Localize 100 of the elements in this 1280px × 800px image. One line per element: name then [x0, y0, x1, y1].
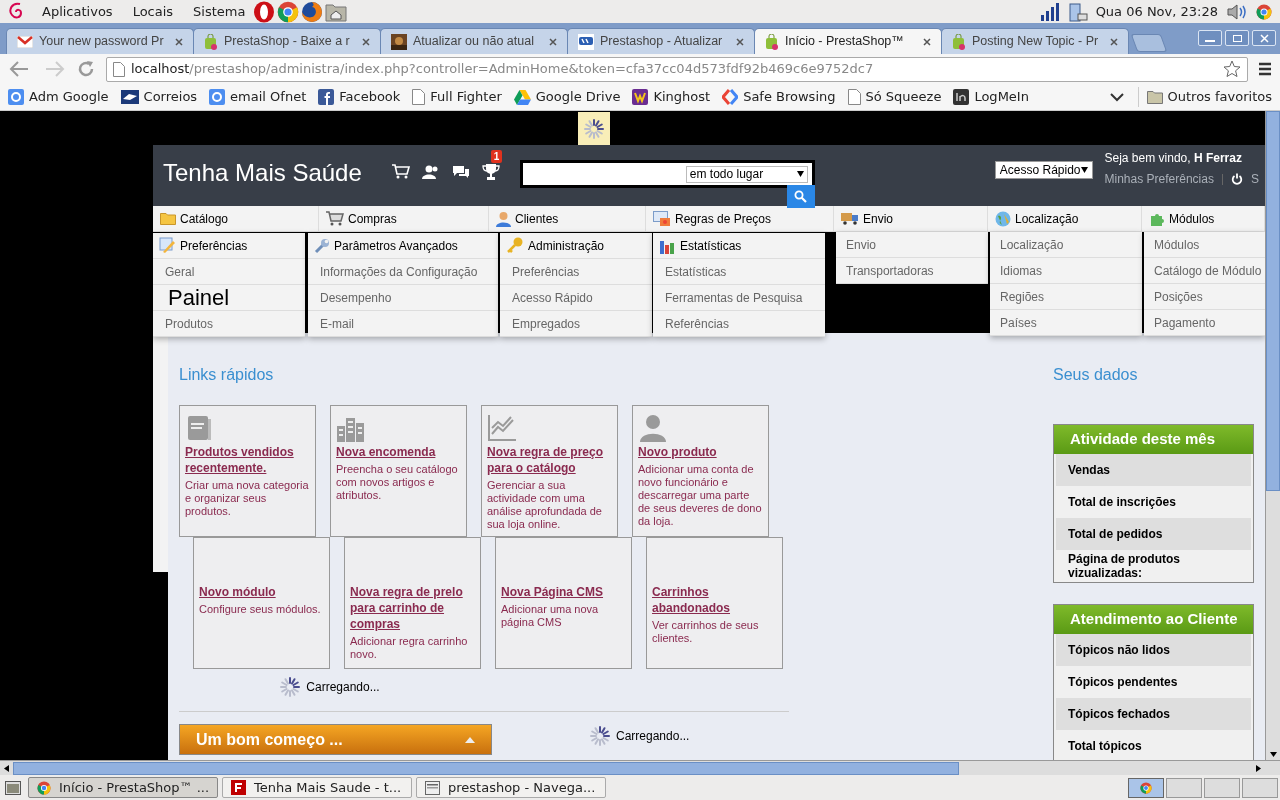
main-menu-item[interactable]: Catálogo	[153, 206, 319, 232]
card-link[interactable]: Produtos vendidos recentemente.	[185, 444, 310, 476]
star-icon[interactable]	[1223, 60, 1241, 78]
main-menu-item[interactable]: Compras	[319, 206, 489, 232]
quick-link-card[interactable]: Novo módulo Configure seus módulos.	[193, 537, 330, 669]
browser-tab[interactable]: Posting New Topic - Pr	[941, 28, 1129, 54]
menu-item[interactable]: Informações da Configuração	[308, 259, 498, 285]
scrollbar-thumb[interactable]	[1266, 111, 1280, 491]
menu-item[interactable]: Estatísticas	[653, 259, 825, 285]
browser-tab[interactable]: Atualizar ou não atual	[380, 28, 568, 54]
card-link[interactable]: Nova encomenda	[336, 444, 461, 460]
restore-button[interactable]	[1225, 30, 1249, 46]
menu-item[interactable]: Desempenho	[308, 285, 498, 311]
quick-link-card[interactable]: Carrinhos abandonados Ver carrinhos de seus clientes.	[646, 537, 783, 669]
close-icon[interactable]	[362, 37, 370, 46]
speaker-icon[interactable]	[1226, 2, 1248, 21]
menu-icon[interactable]	[1258, 62, 1272, 76]
opera-icon[interactable]	[253, 0, 276, 23]
reload-icon[interactable]	[76, 59, 96, 79]
close-icon[interactable]	[549, 37, 557, 46]
users-icon[interactable]	[421, 164, 440, 180]
preferences-link[interactable]: Minhas Preferências	[1104, 170, 1214, 188]
bookmark[interactable]: LogMeIn	[953, 87, 1029, 107]
scroll-right-icon[interactable]	[1256, 764, 1261, 772]
browser-tab[interactable]: Prestashop - Atualizar	[567, 28, 755, 54]
close-icon[interactable]	[923, 37, 931, 46]
menu-item[interactable]: Regiões	[990, 284, 1142, 310]
bookmark[interactable]: email Ofnet	[209, 87, 307, 107]
close-icon[interactable]	[1110, 37, 1118, 46]
close-icon[interactable]	[175, 37, 183, 46]
search-scope-select[interactable]: em todo lugar	[685, 165, 808, 183]
bookmark[interactable]: Só Squeeze	[847, 87, 942, 107]
card-link[interactable]: Novo produto	[638, 444, 763, 460]
bookmark[interactable]: Google Drive	[513, 87, 621, 107]
menu-item[interactable]: Envio	[836, 232, 988, 258]
panel-menu[interactable]: Locais	[128, 1, 178, 22]
quick-link-card[interactable]: Nova regra de preço para o catálogo Gerenciar a sua actividade com uma análise aprofundada de sua loja online.	[481, 405, 618, 537]
chrome-icon	[1140, 781, 1152, 794]
card-link[interactable]: Carrinhos abandonados	[652, 584, 777, 616]
menu-heading[interactable]: Parâmetros Avançados	[308, 233, 498, 259]
search-button[interactable]	[786, 185, 815, 208]
card-link[interactable]: Nova regra de preço para o catálogo	[487, 444, 612, 476]
chevron-down-icon[interactable]	[1109, 92, 1124, 102]
scroll-left-icon[interactable]	[4, 764, 9, 772]
scrollbar-thumb[interactable]	[13, 761, 959, 775]
search-field[interactable]: em todo lugar	[519, 160, 815, 188]
home-folder-icon[interactable]	[325, 1, 348, 22]
other-bookmarks[interactable]: Outros favoritos	[1137, 87, 1272, 107]
chat-icon[interactable]	[451, 164, 470, 180]
panel-menu[interactable]: Aplicativos	[38, 1, 117, 22]
bookmark[interactable]: Kinghost	[632, 87, 711, 107]
clock[interactable]: Qua 06 Nov, 23:28	[1095, 1, 1218, 22]
firefox-icon[interactable]	[301, 0, 324, 23]
menu-item[interactable]: Preferências	[500, 259, 652, 285]
menu-heading[interactable]: Preferências	[153, 233, 305, 259]
menu-heading[interactable]: Administração	[500, 233, 652, 259]
taskbar-button[interactable]: prestashop - Navega...	[416, 777, 606, 798]
main-menu-item[interactable]: Regras de Preços	[646, 206, 834, 232]
quick-link-card[interactable]: Nova encomenda Preencha o seu catálogo com novos artigos e atributos.	[330, 405, 467, 537]
main-menu-item[interactable]: Envio	[834, 206, 988, 232]
main-menu-item[interactable]: Clientes	[489, 206, 646, 232]
quick-access-select[interactable]: Acesso Rápido	[994, 161, 1093, 179]
bookmark[interactable]: Safe Browsing	[722, 87, 836, 107]
quick-link-card[interactable]: Nova regra de prelo para carrinho de compras Adicionar regra carrinho novo.	[344, 537, 481, 669]
card-link[interactable]: Nova regra de prelo para carrinho de compras	[350, 584, 475, 632]
bookmark[interactable]: Correios	[120, 87, 198, 107]
menu-item[interactable]: Ferramentas de Pesquisa	[653, 285, 825, 311]
browser-tab[interactable]: PrestaShop - Baixe a r	[193, 28, 381, 54]
panel-menu[interactable]: Sistema	[189, 1, 250, 22]
shop-name[interactable]: Tenha Mais Saúde	[163, 155, 362, 191]
bookmark[interactable]: Facebook	[318, 87, 401, 107]
power-icon[interactable]	[1230, 173, 1243, 185]
browser-tab[interactable]: Início - PrestaShop™	[754, 28, 942, 54]
workspace-button[interactable]	[1128, 777, 1164, 798]
quick-link-card[interactable]: Novo produto Adicionar uma conta de novo funcionário e descarregar uma parte de seus deveres de dono da loja.	[632, 405, 769, 537]
minimize-button[interactable]	[1198, 30, 1222, 46]
quick-link-card[interactable]: Produtos vendidos recentemente. Criar uma nova categoria e organizar seus produtos.	[179, 405, 316, 537]
menu-item[interactable]: Transportadoras	[836, 258, 988, 284]
menu-item[interactable]: Localização	[990, 232, 1142, 258]
logout-link[interactable]: S	[1250, 170, 1259, 188]
close-window-button[interactable]	[1252, 30, 1276, 46]
main-menu-item[interactable]: Localização	[988, 206, 1142, 232]
quick-link-card[interactable]: Nova Página CMS Adicionar uma nova página CMS	[495, 537, 632, 669]
scroll-down-icon[interactable]	[1269, 752, 1277, 757]
trophy-icon[interactable]	[481, 163, 500, 181]
close-icon[interactable]	[736, 37, 744, 46]
menu-item[interactable]: Acesso Rápido	[500, 285, 652, 311]
menu-item[interactable]: Idiomas	[990, 258, 1142, 284]
menu-heading[interactable]: Estatísticas	[653, 233, 825, 259]
browser-tab[interactable]: Your new password Pr	[6, 28, 194, 54]
card-link[interactable]: Nova Página CMS	[501, 584, 626, 600]
bookmark[interactable]: Adm Google	[8, 87, 109, 107]
address-bar[interactable]: localhost/prestashop/administra/index.php?controller=AdminHome&token=cfa37cc04d573fdf92b469c6e9752dc7	[106, 56, 1248, 82]
main-menu-item[interactable]: Módulos	[1142, 206, 1265, 232]
bookmark[interactable]: Full Fighter	[412, 87, 502, 107]
menu-item[interactable]: Geral	[153, 259, 305, 285]
card-link[interactable]: Novo módulo	[199, 584, 324, 600]
taskbar-button[interactable]: Tenha Mais Saude - t...	[222, 777, 412, 798]
taskbar-button[interactable]: Início - PrestaShop™ ...	[28, 777, 218, 798]
cart-icon[interactable]	[391, 164, 410, 180]
